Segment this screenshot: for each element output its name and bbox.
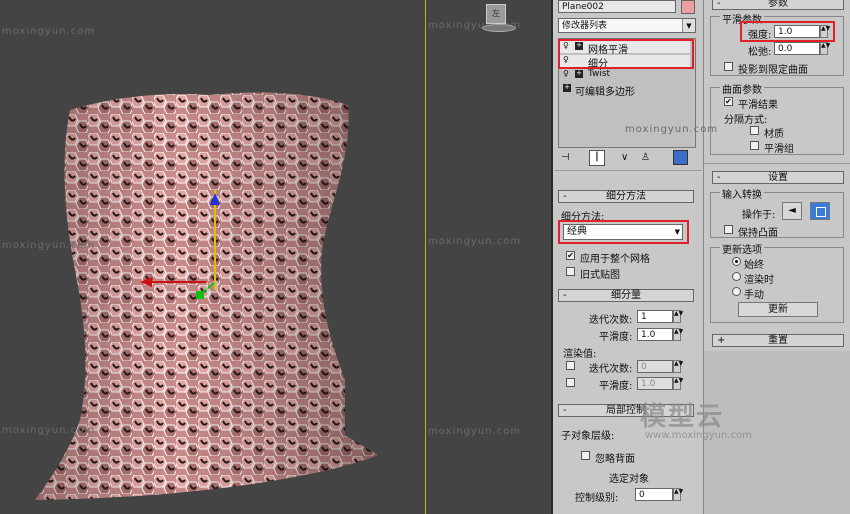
rollout-subdiv-amount[interactable]: - 细分量 (558, 289, 694, 302)
manual-label: 手动 (744, 290, 764, 301)
surface-params-label: 曲面参数 (720, 81, 764, 96)
always-label: 始终 (744, 260, 764, 271)
configure-sets-icon[interactable] (673, 150, 688, 165)
spinner-icon[interactable]: ▲▼ (820, 42, 830, 55)
when-render-radio[interactable] (732, 272, 741, 281)
keep-convex-label: 保持凸面 (738, 228, 778, 239)
spinner-icon[interactable]: ▲▼ (673, 377, 683, 390)
apply-whole-label: 应用于整个网格 (580, 254, 650, 265)
stack-item-twist[interactable]: ♀ + Twist (560, 69, 690, 81)
spinner-icon[interactable]: ▲▼ (673, 328, 683, 341)
rollout-title: 细分方法 (606, 191, 646, 202)
control-level-label: 控制级别: (575, 493, 619, 504)
polygon-mode-icon[interactable] (810, 202, 830, 220)
watermark: moxingyun.com (625, 124, 719, 135)
rollout-settings[interactable]: - 设置 (712, 171, 844, 184)
rollout-params[interactable]: - 参数 (712, 0, 844, 10)
apply-whole-checkbox[interactable]: ✔ (566, 251, 575, 260)
make-unique-icon[interactable]: ∨ (621, 152, 628, 163)
rollout-subdiv-method[interactable]: - 细分方法 (558, 190, 694, 203)
viewport-divider (425, 0, 426, 514)
ignore-back-label: 忽略背面 (595, 454, 635, 465)
logo-watermark: 模型云 (640, 402, 725, 432)
show-end-result-icon[interactable]: | (589, 150, 605, 166)
smooth-groups-checkbox[interactable] (750, 141, 759, 150)
iterations-input[interactable]: 1 (637, 310, 673, 323)
control-level-input[interactable]: 0 (635, 488, 673, 501)
render-values-label: 渲染值: (563, 349, 597, 360)
smooth-result-label: 平滑结果 (738, 100, 778, 111)
pin-stack-icon[interactable]: ⊣ (561, 152, 570, 163)
render-smoothness-input[interactable]: 1.0 (637, 377, 673, 390)
watermark: moxingyun.com (2, 425, 96, 436)
smooth-groups-label: 平滑组 (764, 144, 794, 155)
smoothness-label: 平滑度: (599, 332, 633, 343)
spinner-icon[interactable]: ▲▼ (673, 360, 683, 373)
highlight-box (558, 220, 689, 244)
selected-label: 选定对象 (609, 474, 649, 485)
smoothness-input[interactable]: 1.0 (637, 328, 673, 341)
logo-url-watermark: www.moxingyun.com (645, 430, 752, 441)
old-map-checkbox[interactable] (566, 267, 575, 276)
smooth-result-checkbox[interactable]: ✔ (724, 97, 733, 106)
material-label: 材质 (764, 129, 784, 140)
highlight-box (558, 39, 694, 69)
chevron-down-icon[interactable]: ▼ (682, 19, 695, 32)
stack-item-label: Twist (588, 69, 611, 79)
when-render-label: 渲染时 (744, 275, 774, 286)
watermark: moxingyun.com (428, 426, 522, 437)
spinner-icon[interactable]: ▲▼ (673, 310, 683, 323)
project-limit-checkbox[interactable] (724, 62, 733, 71)
iterations-label: 迭代次数: (589, 315, 633, 326)
ignore-back-checkbox[interactable] (581, 451, 590, 460)
old-map-label: 旧式贴图 (580, 270, 620, 281)
spinner-icon[interactable]: ▲▼ (673, 488, 683, 501)
input-conv-label: 输入转换 (720, 186, 764, 201)
expand-icon[interactable]: + (575, 70, 583, 78)
operate-on-label: 操作于: (742, 210, 776, 221)
relax-input[interactable]: 0.0 (774, 42, 820, 55)
stack-item-label: 可编辑多边形 (575, 87, 635, 98)
viewcube-face: 左 (486, 4, 506, 24)
render-iterations-checkbox[interactable] (566, 361, 575, 370)
stack-item-editpoly[interactable]: + 可编辑多边形 (560, 83, 690, 98)
modifier-list-dropdown[interactable]: 修改器列表 ▼ (558, 18, 696, 33)
viewcube-icon[interactable]: 左 (482, 4, 516, 34)
relax-label: 松弛: (748, 47, 772, 58)
update-opts-label: 更新选项 (720, 241, 764, 256)
rollout-reset[interactable]: + 重置 (712, 334, 844, 347)
update-button[interactable]: 更新 (738, 302, 818, 317)
manual-radio[interactable] (732, 287, 741, 296)
rollout-title: 细分量 (611, 290, 641, 301)
lightbulb-icon[interactable]: ♀ (563, 69, 569, 78)
render-iterations-input[interactable]: 0 (637, 360, 673, 373)
sub-level-label: 子对象层级: (561, 431, 615, 442)
object-color-swatch[interactable] (681, 0, 695, 14)
expand-icon[interactable]: + (563, 84, 571, 92)
watermark: moxingyun.com (2, 240, 96, 251)
rollout-title: 设置 (768, 172, 788, 183)
material-checkbox[interactable] (750, 126, 759, 135)
render-smoothness-label: 平滑度: (599, 381, 633, 392)
modifier-list-label: 修改器列表 (562, 21, 608, 31)
rollout-title: 重置 (768, 335, 788, 346)
watermark: moxingyun.com (2, 26, 96, 37)
stack-toolbar: ⊣ | ∨ ♙ (561, 150, 691, 166)
object-name-field[interactable]: Plane002 (558, 0, 676, 13)
render-iterations-label: 迭代次数: (589, 364, 633, 375)
render-smoothness-checkbox[interactable] (566, 378, 575, 387)
remove-modifier-icon[interactable]: ♙ (641, 152, 650, 163)
rollout-title: 参数 (768, 0, 788, 9)
always-radio[interactable] (732, 257, 741, 266)
keep-convex-checkbox[interactable] (724, 225, 733, 234)
highlight-box (740, 21, 835, 42)
viewport-left[interactable]: moxingyun.com moxingyun.com moxingyun.co… (0, 0, 552, 514)
watermark: moxingyun.com (428, 236, 522, 247)
separate-by-label: 分隔方式: (724, 115, 768, 126)
triangle-mode-icon[interactable]: ◄ (782, 202, 802, 220)
project-limit-label: 投影到限定曲面 (738, 65, 808, 76)
